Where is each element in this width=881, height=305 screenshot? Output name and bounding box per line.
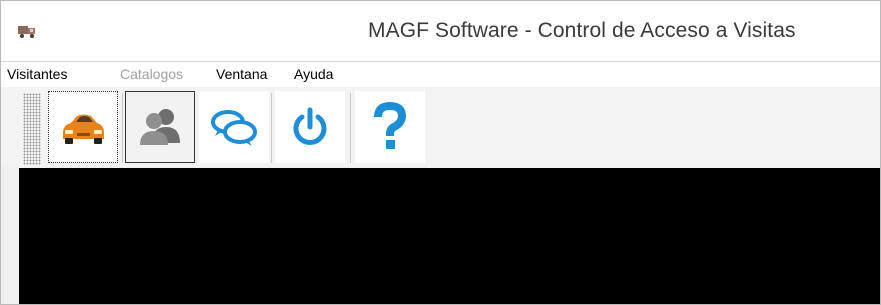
window-title: MAGF Software - Control de Acceso a Visi… — [368, 19, 796, 42]
menu-visitantes[interactable]: Visitantes — [7, 66, 67, 82]
left-border-strip — [1, 168, 19, 304]
menu-ayuda[interactable]: Ayuda — [294, 66, 333, 82]
menu-ventana[interactable]: Ventana — [216, 66, 267, 82]
app-truck-icon — [18, 26, 35, 38]
chat-button[interactable] — [199, 91, 269, 163]
toolbar-separator — [271, 93, 272, 163]
power-button[interactable] — [275, 91, 345, 163]
mdi-desktop-area[interactable] — [19, 168, 880, 304]
visitors-car-button[interactable] — [48, 91, 118, 163]
toolbar-separator — [122, 93, 123, 163]
car-icon — [63, 114, 104, 144]
toolbar-separator — [350, 93, 351, 163]
menu-bar: Visitantes Catalogos Ventana Ayuda — [1, 61, 880, 88]
toolbar-grip[interactable] — [23, 93, 41, 165]
toolbar — [1, 87, 880, 167]
title-bar[interactable]: MAGF Software - Control de Acceso a Visi… — [1, 1, 880, 61]
users-icon — [140, 109, 180, 145]
help-button[interactable] — [355, 91, 425, 163]
app-window: MAGF Software - Control de Acceso a Visi… — [0, 0, 881, 305]
chat-bubbles-icon — [211, 110, 257, 146]
menu-catalogos[interactable]: Catalogos — [120, 66, 183, 82]
users-button[interactable] — [125, 91, 195, 163]
power-icon — [293, 107, 327, 145]
help-question-icon — [374, 102, 407, 149]
